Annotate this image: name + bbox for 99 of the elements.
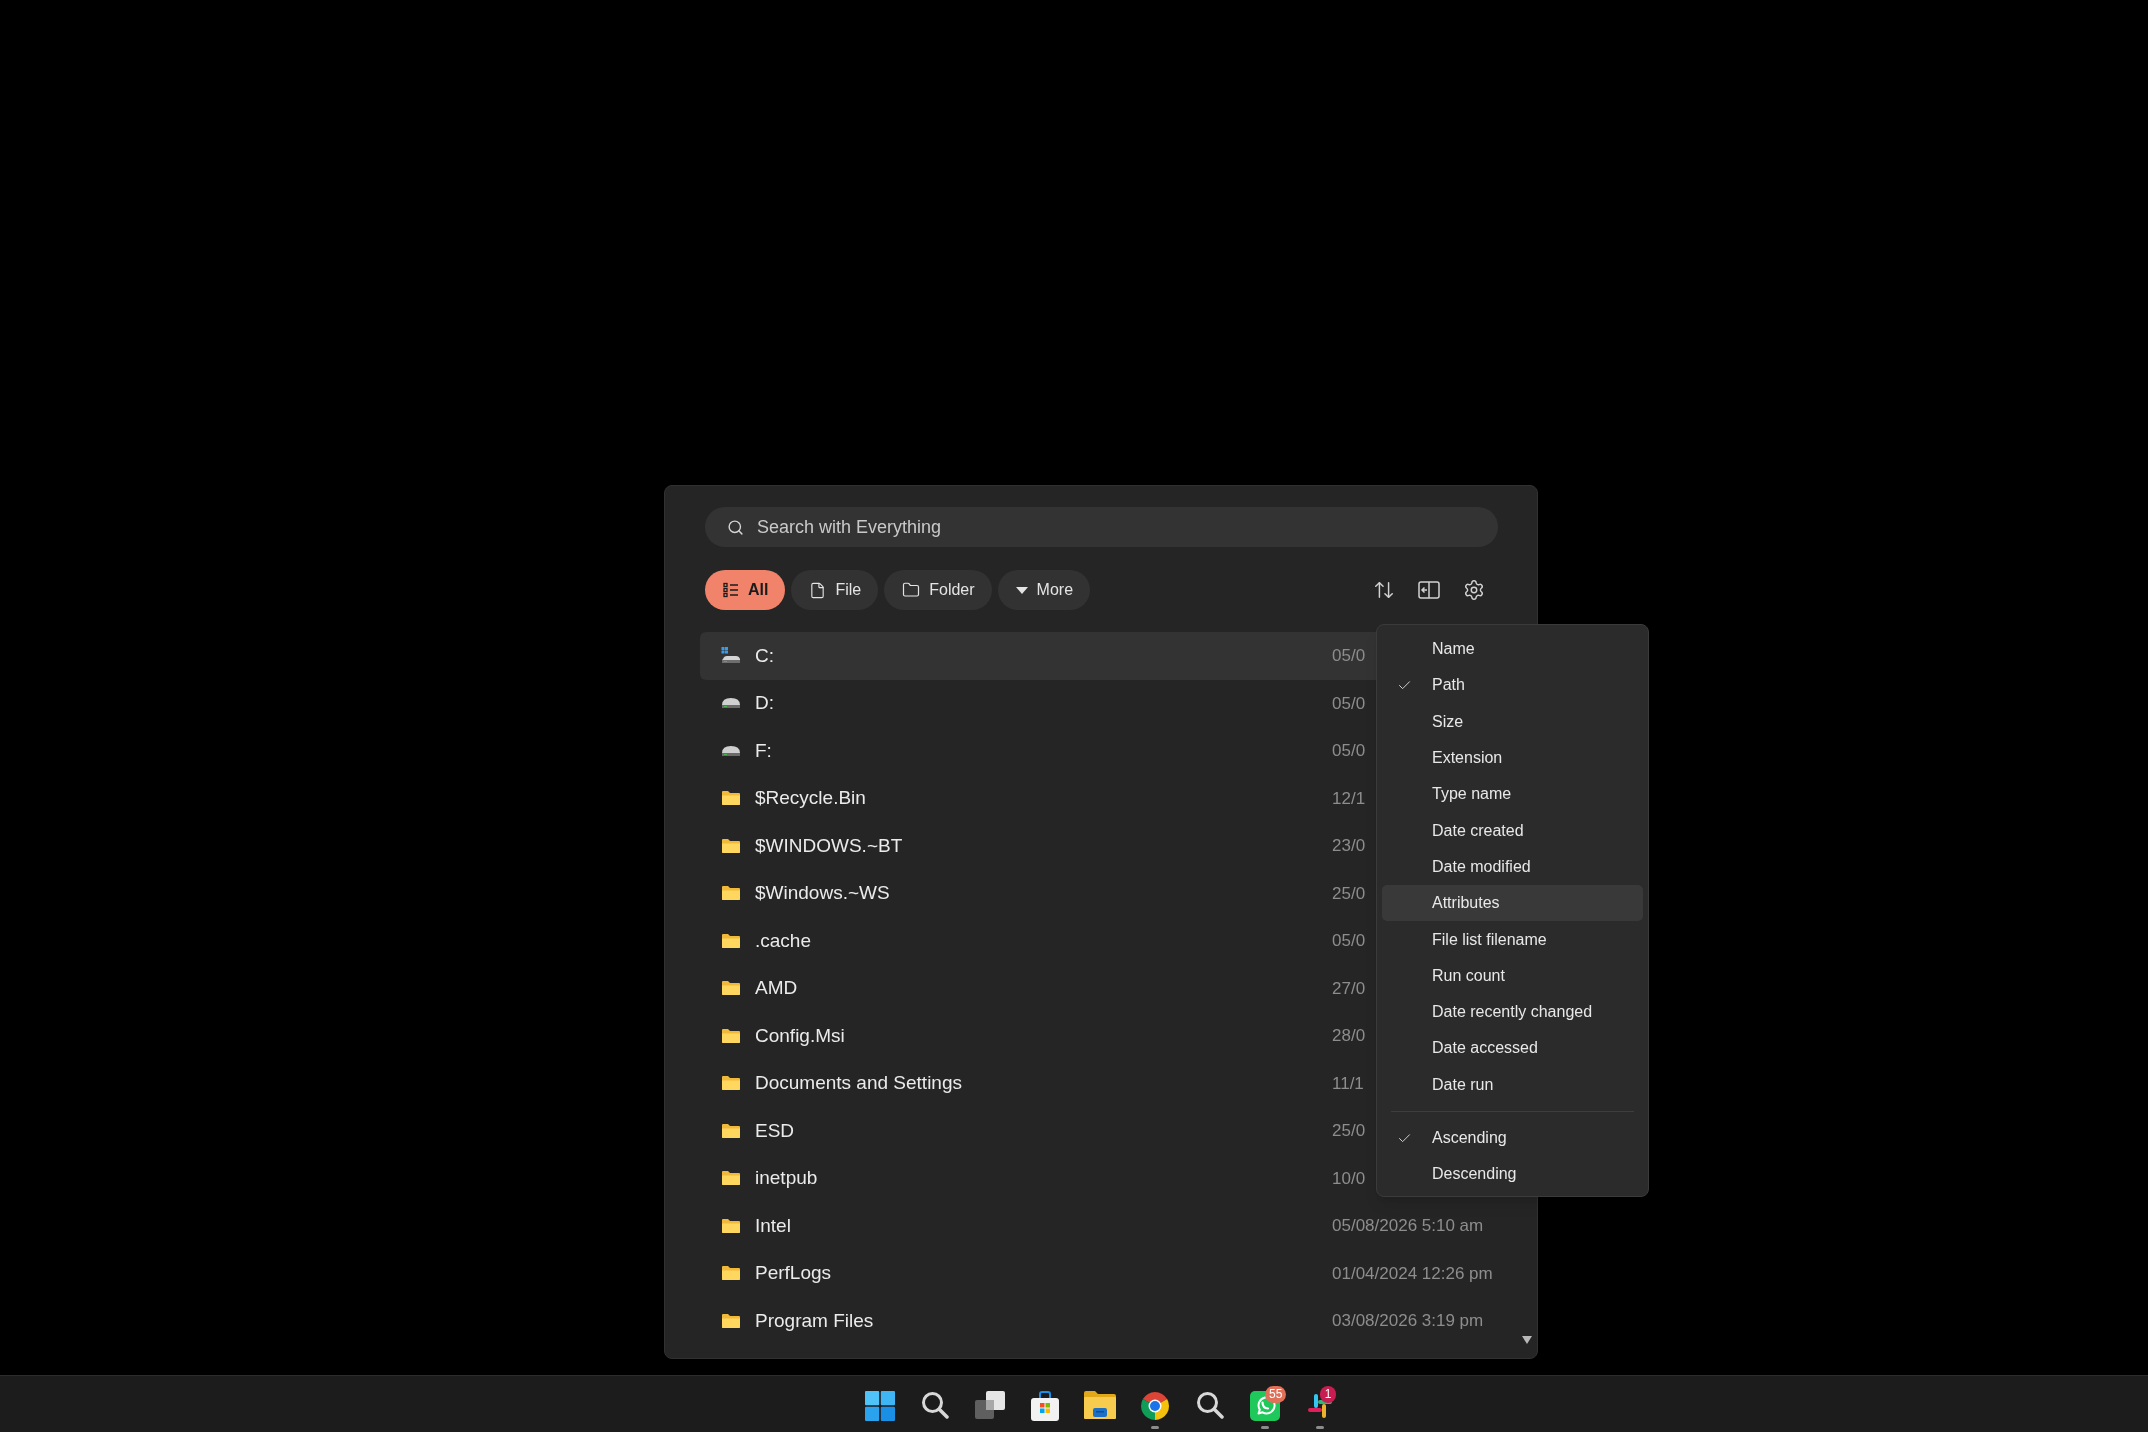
folder-icon <box>721 1122 741 1139</box>
menu-item[interactable]: Date created <box>1382 812 1643 849</box>
menu-item[interactable]: Size <box>1382 703 1643 740</box>
file-name: ESD <box>755 1119 795 1141</box>
chat-bubble-icon <box>1249 1391 1280 1421</box>
filter-tab[interactable]: More <box>997 570 1091 610</box>
file-name: .cache <box>755 929 811 951</box>
result-row[interactable]: .cache 05/0 <box>700 917 1377 965</box>
drive-icon <box>721 744 741 757</box>
menu-item[interactable]: Path <box>1382 667 1643 704</box>
date-text: 05/0 <box>1332 692 1366 715</box>
date-text: 11/1 <box>1332 1072 1364 1095</box>
menu-item[interactable]: Date modified <box>1382 848 1643 886</box>
folder-icon <box>721 932 741 949</box>
menu-item[interactable]: Date recently changed <box>1382 993 1643 1031</box>
file-icon <box>809 581 827 599</box>
file-name: AMD <box>755 977 798 998</box>
file-name: F: <box>755 739 772 761</box>
caret-down-icon <box>1015 586 1028 594</box>
date-text: 05/0 <box>1332 645 1366 667</box>
date-text: 25/0 <box>1332 882 1366 905</box>
date-text: 05/08/2026 5:10 am <box>1332 1215 1484 1237</box>
file-name: PerfLogs <box>755 1262 832 1283</box>
menu-item[interactable]: Date accessed <box>1382 1030 1643 1067</box>
date-text: 01/04/2024 12:26 pm <box>1332 1262 1493 1285</box>
file-name: C: <box>755 644 774 666</box>
folder-icon <box>721 980 741 997</box>
file-name: $Windows.~WS <box>755 882 890 903</box>
result-row[interactable]: Program Files 03/08/2026 3:19 pm <box>700 1297 1498 1345</box>
date-text: 27/0 <box>1332 977 1366 1000</box>
unread-count: 1 <box>1320 1386 1336 1403</box>
file-name: Documents and Settings <box>755 1072 962 1093</box>
result-row[interactable]: D: 05/0 <box>700 679 1377 727</box>
date-text: 10/0 <box>1332 1167 1366 1190</box>
date-text: 12/1 <box>1332 787 1366 810</box>
folder-icon <box>721 1075 741 1092</box>
menu-item[interactable]: Name <box>1382 631 1643 668</box>
file-name: Program Files <box>755 1309 874 1331</box>
menu-item[interactable]: Extension <box>1382 739 1643 777</box>
date-text: 03/08/2026 3:19 pm <box>1332 1310 1484 1332</box>
list-icon <box>723 582 739 598</box>
date-text: 23/0 <box>1332 835 1366 857</box>
folder-icon <box>902 581 921 599</box>
file-name: Intel <box>755 1214 791 1236</box>
result-row[interactable]: Intel 05/08/2026 5:10 am <box>700 1202 1498 1250</box>
folder-icon <box>721 1217 741 1234</box>
result-row[interactable]: Config.Msi 28/0 <box>700 1012 1377 1060</box>
filter-tab[interactable]: All <box>705 570 786 610</box>
scroll-down-arrow-icon[interactable] <box>1522 1336 1532 1344</box>
folder-icon <box>721 790 741 807</box>
result-row[interactable]: C: 05/0 <box>700 632 1377 680</box>
date-text: 25/0 <box>1332 1120 1366 1142</box>
result-row[interactable]: PerfLogs 01/04/2024 12:26 pm <box>700 1249 1498 1297</box>
date-text: 05/0 <box>1332 930 1366 952</box>
result-row[interactable]: Documents and Settings 11/1 <box>700 1059 1377 1107</box>
menu-item[interactable]: Type name <box>1382 776 1643 813</box>
tricolor-circle-icon <box>1139 1391 1170 1421</box>
result-row[interactable]: AMD 27/0 <box>700 964 1377 1012</box>
result-row[interactable]: inetpub 10/0 <box>700 1154 1377 1202</box>
settings-icon <box>1463 579 1485 601</box>
drive-icon <box>721 697 741 710</box>
menu-item[interactable]: Run count <box>1382 957 1643 994</box>
file-name: inetpub <box>755 1167 818 1188</box>
filter-tab[interactable]: Folder <box>884 570 992 610</box>
menu-item[interactable]: Date run <box>1382 1066 1643 1103</box>
folder-icon <box>721 837 741 854</box>
result-row[interactable]: $Recycle.Bin 12/1 <box>700 774 1377 822</box>
overlapping-windows-icon <box>974 1391 1005 1419</box>
drive-icon <box>721 647 741 665</box>
menu-item[interactable]: Ascending <box>1382 1119 1643 1157</box>
folder-icon <box>721 885 741 902</box>
folder-icon <box>721 1170 741 1187</box>
file-name: D: <box>755 692 774 713</box>
folder-icon <box>721 1265 741 1282</box>
search-icon <box>920 1391 949 1419</box>
folder-icon <box>1083 1391 1116 1419</box>
menu-item[interactable]: Attributes <box>1382 885 1643 922</box>
result-row[interactable]: F: 05/0 <box>700 727 1377 775</box>
folder-icon <box>721 1312 741 1329</box>
menu-item[interactable]: Descending <box>1382 1156 1643 1193</box>
menu-item[interactable]: File list filename <box>1382 921 1643 958</box>
search-icon <box>727 518 744 536</box>
file-name: Config.Msi <box>755 1024 845 1046</box>
result-row[interactable]: ESD 25/0 <box>700 1107 1377 1155</box>
sort-arrows-icon <box>1373 579 1395 601</box>
date-text: 05/0 <box>1332 740 1366 762</box>
search-field[interactable]: Search with Everything <box>705 507 1498 547</box>
result-row[interactable]: $WINDOWS.~BT 23/0 <box>700 822 1377 870</box>
file-name: $WINDOWS.~BT <box>755 834 903 856</box>
shopping-bag-icon <box>1029 1391 1060 1421</box>
file-name: $Recycle.Bin <box>755 787 866 808</box>
folder-icon <box>721 1027 741 1044</box>
filter-tab[interactable]: File <box>791 570 879 610</box>
search-icon <box>1195 1391 1224 1419</box>
grid-tiles-icon <box>864 1391 895 1421</box>
unread-count: 55 <box>1265 1386 1287 1403</box>
result-row[interactable]: $Windows.~WS 25/0 <box>700 869 1377 917</box>
taskbar-button[interactable]: 1 <box>1292 1376 1347 1432</box>
date-text: 28/0 <box>1332 1025 1366 1047</box>
